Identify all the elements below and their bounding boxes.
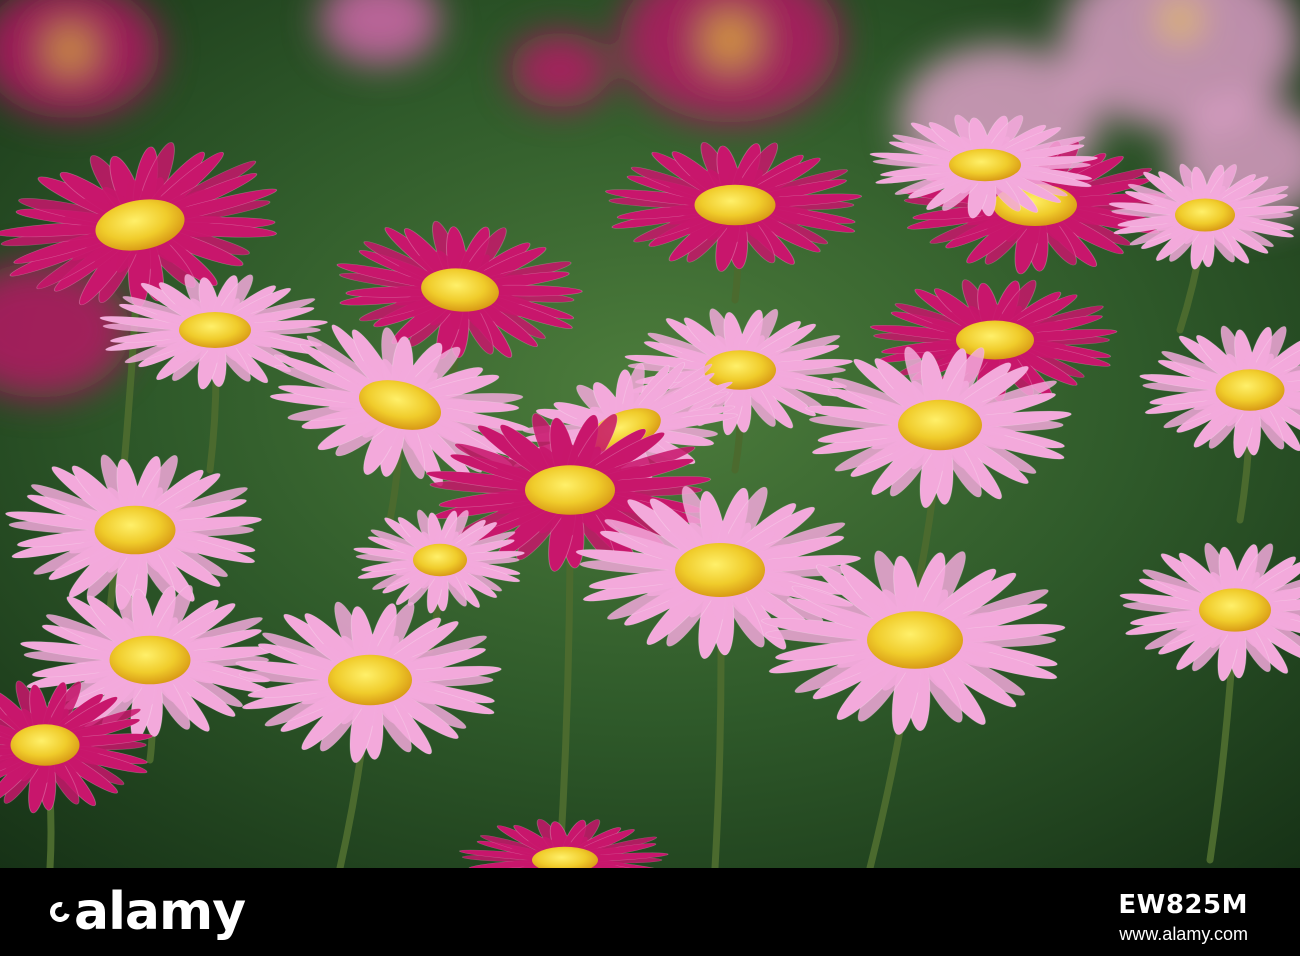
flower-center — [413, 543, 467, 577]
flower-center — [704, 350, 776, 390]
flower-center — [867, 611, 963, 669]
flower-center — [94, 505, 176, 555]
watermark-bar: alamy EW825M www.alamy.com — [0, 868, 1300, 956]
image-id: EW825M — [1118, 890, 1248, 920]
flower-center — [525, 465, 615, 515]
bokeh-blob — [510, 32, 610, 108]
flower-center — [1199, 588, 1271, 632]
flower-center — [328, 654, 412, 706]
bokeh-center — [1158, 0, 1202, 42]
flower-photo — [0, 0, 1300, 868]
flower-center — [675, 543, 765, 597]
alamy-logo-icon — [46, 898, 74, 926]
alamy-logo-text: alamy — [74, 882, 246, 942]
flower-center — [109, 635, 191, 685]
flower-center — [10, 724, 80, 766]
flower-center — [1215, 369, 1285, 411]
alamy-logo[interactable]: alamy — [46, 882, 246, 942]
flower-center — [898, 399, 982, 451]
flower-center — [956, 320, 1034, 360]
flower-scene — [0, 0, 1300, 868]
flower-center — [179, 312, 251, 348]
alamy-url: www.alamy.com — [1119, 924, 1248, 944]
bokeh-center — [704, 14, 756, 66]
flower-center — [694, 184, 776, 226]
bokeh-center — [48, 28, 92, 72]
flower-center — [949, 148, 1021, 182]
flower-center — [1175, 198, 1235, 232]
